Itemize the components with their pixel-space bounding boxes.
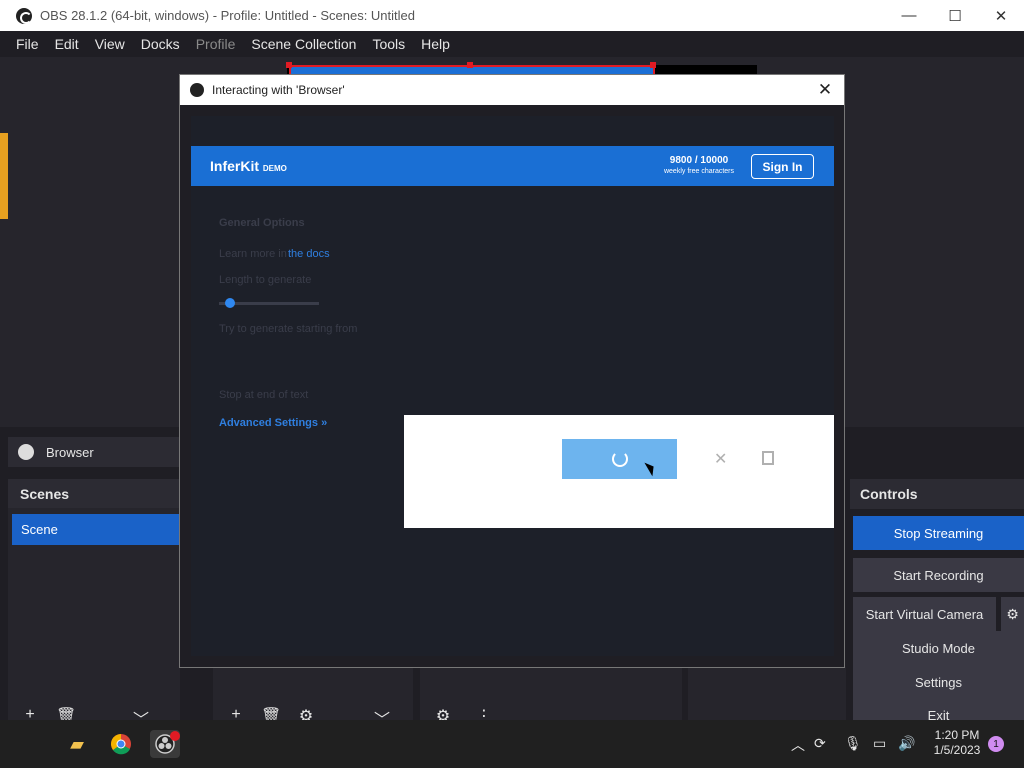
browser-view[interactable]: InferKit DEMO 9800 / 10000 weekly free c… — [191, 116, 834, 656]
clock-date: 1/5/2023 — [933, 743, 981, 757]
menu-view[interactable]: View — [87, 36, 133, 52]
transitions-dock-footer — [688, 667, 846, 720]
settings-button[interactable]: Settings — [853, 665, 1024, 699]
start-from-label: Try to generate starting from — [219, 323, 358, 335]
preview-edge-strip — [0, 133, 8, 219]
interact-dialog: Interacting with 'Browser' ✕ InferKit DE… — [179, 74, 845, 668]
menu-edit[interactable]: Edit — [47, 36, 87, 52]
recording-indicator — [170, 731, 180, 741]
menu-bar: File Edit View Docks Profile Scene Colle… — [0, 31, 1024, 57]
advanced-settings-link[interactable]: Advanced Settings » — [219, 417, 327, 429]
character-count: 9800 / 10000 weekly free characters — [663, 155, 735, 175]
menu-scene-collection[interactable]: Scene Collection — [243, 36, 364, 52]
stop-at-end-label[interactable]: Stop at end of text — [219, 389, 308, 401]
scene-item[interactable]: Scene — [12, 514, 180, 545]
file-explorer-icon[interactable]: ▰ — [65, 732, 89, 756]
menu-file[interactable]: File — [8, 36, 47, 52]
chrome-icon[interactable] — [109, 732, 133, 756]
minimize-button[interactable]: — — [886, 0, 932, 31]
loading-spinner-icon — [611, 451, 628, 467]
stop-streaming-button[interactable]: Stop Streaming — [853, 516, 1024, 550]
menu-docks[interactable]: Docks — [133, 36, 188, 52]
studio-mode-button[interactable]: Studio Mode — [853, 631, 1024, 665]
start-recording-button[interactable]: Start Recording — [853, 558, 1024, 592]
clock-time: 1:20 PM — [934, 728, 980, 742]
sign-in-button[interactable]: Sign In — [751, 154, 814, 179]
copy-icon[interactable] — [762, 451, 774, 465]
slider-knob[interactable] — [225, 298, 235, 308]
menu-help[interactable]: Help — [413, 36, 458, 52]
show-hidden-icons[interactable]: ︿ — [791, 735, 805, 755]
volume-icon[interactable]: 🔊 — [898, 735, 915, 752]
source-name: Browser — [46, 444, 94, 460]
scenes-dock-title: Scenes — [8, 479, 180, 509]
resize-handle[interactable] — [650, 62, 656, 68]
resize-handle[interactable] — [467, 62, 473, 68]
obs-logo-icon — [16, 7, 32, 24]
sync-icon[interactable]: ⟳ — [814, 735, 826, 752]
globe-icon — [18, 444, 34, 460]
obs-title-bar: OBS 28.1.2 (64-bit, windows) - Profile: … — [0, 0, 1024, 31]
mixer-dock-footer — [420, 667, 682, 720]
exit-button[interactable]: Exit — [853, 699, 1024, 723]
dismiss-icon[interactable]: ✕ — [714, 449, 727, 469]
dialog-title: Interacting with 'Browser' — [212, 83, 345, 97]
generate-button[interactable] — [562, 439, 677, 479]
source-toolbar: Browser — [8, 437, 180, 467]
docs-link[interactable]: the docs — [288, 248, 330, 260]
window-title: OBS 28.1.2 (64-bit, windows) - Profile: … — [40, 8, 415, 23]
menu-tools[interactable]: Tools — [364, 36, 413, 52]
resize-handle[interactable] — [286, 62, 292, 68]
virtual-camera-settings-icon[interactable]: ⚙ — [1001, 597, 1024, 631]
start-menu-icon[interactable] — [20, 732, 42, 754]
start-virtual-camera-button[interactable]: Start Virtual Camera — [853, 597, 996, 631]
notification-badge[interactable]: 1 — [988, 736, 1004, 752]
inferkit-header: InferKit DEMO 9800 / 10000 weekly free c… — [191, 146, 834, 186]
controls-dock-title: Controls — [850, 479, 1024, 509]
learn-more-text: Learn more in — [219, 248, 287, 260]
general-options-heading: General Options — [219, 217, 305, 229]
inferkit-logo[interactable]: InferKit DEMO — [210, 158, 287, 174]
close-button[interactable]: ✕ — [978, 0, 1024, 31]
dialog-close-button[interactable]: ✕ — [812, 75, 838, 105]
maximize-button[interactable]: ☐ — [932, 0, 978, 31]
menu-profile[interactable]: Profile — [188, 36, 244, 52]
network-icon[interactable]: ▭ — [873, 735, 886, 752]
obs-logo-icon — [190, 83, 204, 97]
dialog-title-bar: Interacting with 'Browser' ✕ — [180, 75, 844, 105]
length-label: Length to generate — [219, 274, 312, 286]
microphone-icon[interactable]: 🎙 — [844, 735, 862, 752]
system-clock[interactable]: 1:20 PM 1/5/2023 — [926, 728, 988, 758]
length-slider[interactable] — [219, 298, 319, 308]
generation-modal: ✕ — [404, 415, 834, 528]
